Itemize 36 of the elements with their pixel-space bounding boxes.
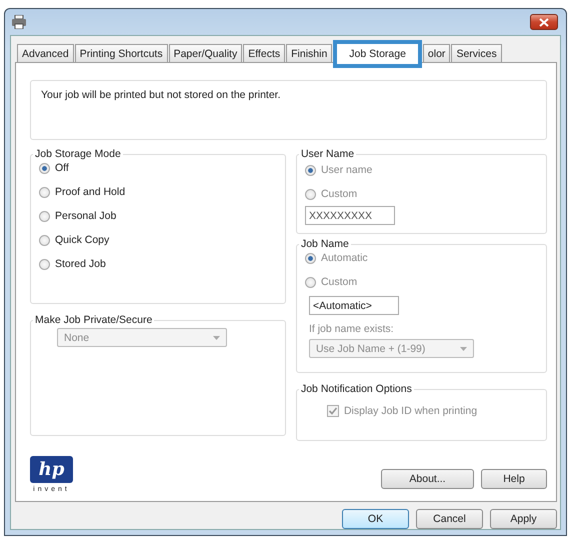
message-text: Your job will be printed but not stored on the printer. [41,89,281,101]
group-title: Job Name [300,238,350,250]
close-button[interactable] [530,14,558,30]
tab[interactable]: Finishin [286,44,332,62]
dialog-button[interactable]: About... [381,469,474,489]
group-title: Job Storage Mode [34,148,122,160]
radio-option[interactable]: Stored Job [39,252,277,276]
hp-logo: hp [30,456,73,483]
tab[interactable]: Paper/Quality [168,44,242,62]
printer-icon [11,15,27,29]
tab[interactable]: Effects [243,44,286,62]
group-title: Job Notification Options [300,383,413,395]
dialog-button[interactable]: Help [481,469,547,489]
tab[interactable]: olor [422,44,450,62]
radio-option[interactable]: Personal Job [39,204,277,228]
radio-button[interactable] [39,210,50,222]
dialog-button[interactable]: OK [342,509,409,529]
radio-button[interactable] [39,162,50,174]
dialog-button[interactable]: Apply [490,509,557,529]
caret-icon [213,336,220,340]
tab[interactable]: Services [451,44,502,62]
tab[interactable]: Advanced [17,44,74,62]
radio-option[interactable]: Proof and Hold [39,180,277,204]
radio-button[interactable] [39,258,50,270]
radio-button[interactable] [39,186,50,198]
tab[interactable]: Job Storage [333,40,422,68]
radio-button[interactable] [39,234,50,246]
radio-option[interactable]: Quick Copy [39,228,277,252]
dialog-button[interactable]: Cancel [416,509,483,529]
close-icon [539,18,549,26]
group-title: Make Job Private/Secure [34,314,154,326]
caret-icon [460,346,467,350]
field-label: If job name exists: [308,323,395,335]
tab[interactable]: Printing Shortcuts [74,44,168,62]
group-title: User Name [300,148,356,160]
radio-option[interactable]: Off [39,160,277,176]
